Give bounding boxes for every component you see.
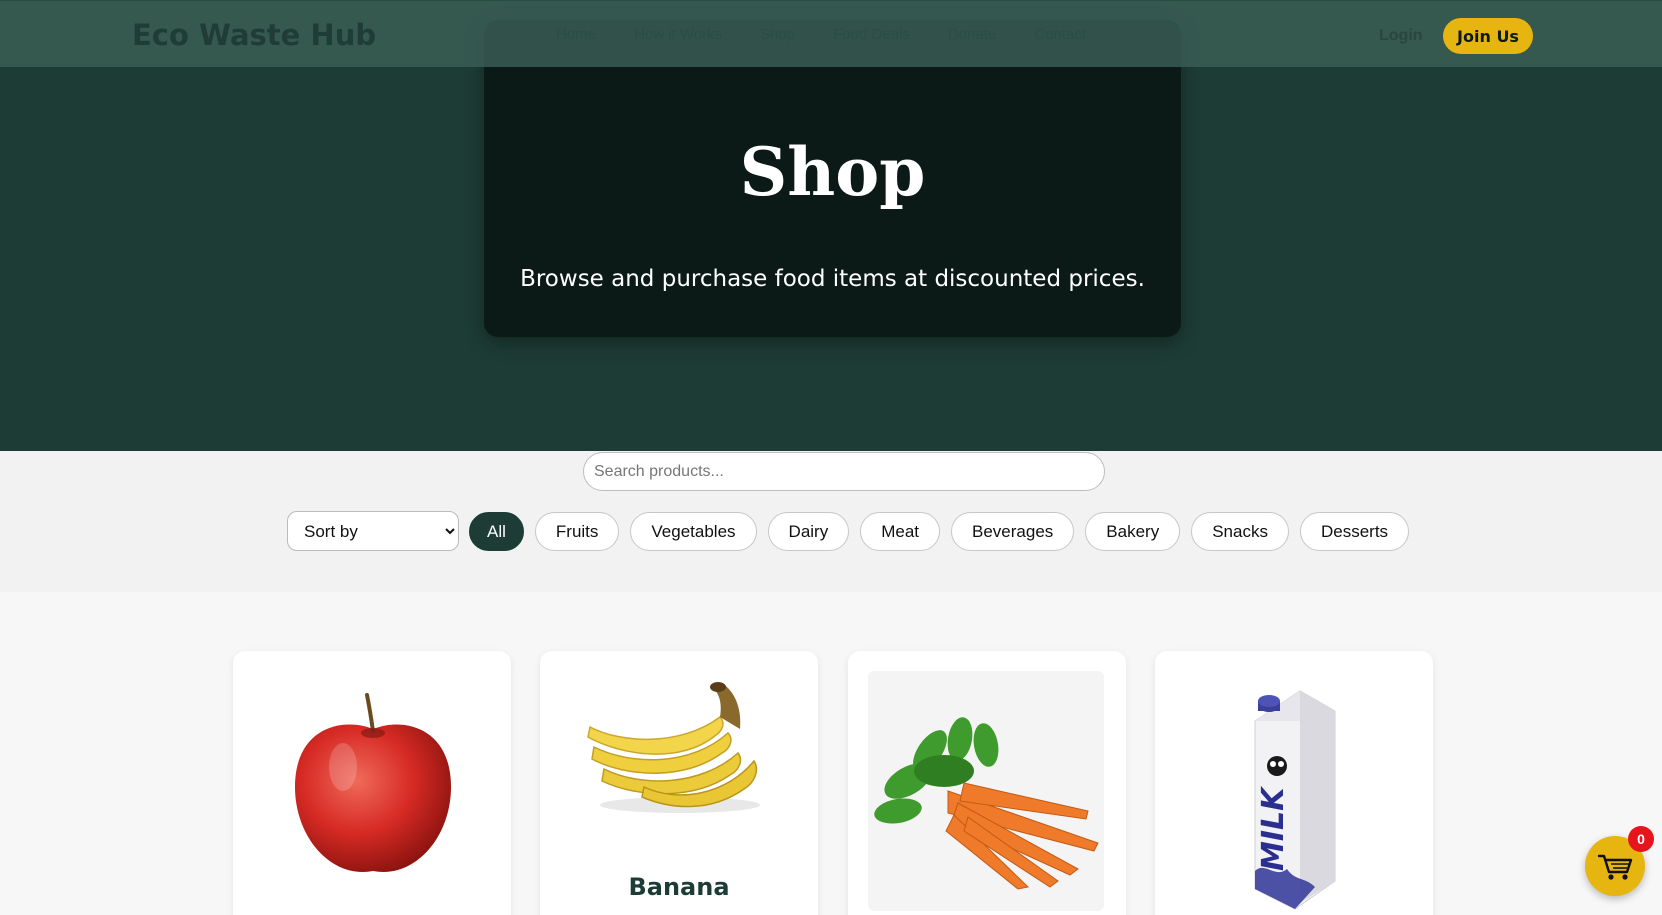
product-name-banana: Banana	[628, 873, 730, 901]
nav-link-donate[interactable]: Donate	[948, 25, 996, 45]
nav-link-shop[interactable]: Shop	[760, 25, 795, 45]
login-link[interactable]: Login	[1379, 25, 1423, 47]
product-card-banana[interactable]: Banana	[540, 651, 818, 915]
nav-link-home[interactable]: Home	[556, 25, 596, 45]
milk-carton-label: MILK	[1256, 785, 1291, 871]
category-chip-meat[interactable]: Meat	[860, 512, 941, 551]
category-chip-vegetables[interactable]: Vegetables	[630, 512, 757, 551]
category-chip-bakery[interactable]: Bakery	[1085, 512, 1181, 551]
brand-logo[interactable]: Eco Waste Hub	[132, 17, 376, 53]
nav-link-how-it-works[interactable]: How it Works	[634, 25, 722, 45]
page-subtitle: Browse and purchase food items at discou…	[520, 266, 1145, 292]
nav-link-food-deals[interactable]: Food Deals	[833, 25, 910, 45]
category-chips: All Fruits Vegetables Dairy Meat Beverag…	[469, 512, 1410, 551]
product-card-milk[interactable]: MILK	[1155, 651, 1433, 915]
category-chip-desserts[interactable]: Desserts	[1299, 512, 1410, 551]
hero-section: Shop Browse and purchase food items at d…	[0, 0, 1662, 451]
category-chip-all[interactable]: All	[469, 512, 524, 551]
milk-carton-image: MILK	[1254, 690, 1336, 910]
search-input[interactable]	[583, 452, 1105, 491]
product-card-apple[interactable]	[233, 651, 511, 915]
banana-image	[587, 682, 760, 813]
category-chip-snacks[interactable]: Snacks	[1191, 512, 1289, 551]
nav-links: Home How it Works Shop Food Deals Donate…	[556, 25, 1086, 45]
category-chip-dairy[interactable]: Dairy	[767, 512, 850, 551]
product-card-carrot[interactable]	[848, 651, 1126, 915]
join-us-button[interactable]: Join Us	[1443, 18, 1533, 54]
cart-count-badge: 0	[1628, 826, 1654, 852]
hero-card: Shop Browse and purchase food items at d…	[484, 20, 1181, 337]
apple-image	[295, 693, 451, 872]
nav-link-contact[interactable]: Contact	[1034, 25, 1086, 45]
carrot-image	[874, 717, 1099, 890]
page-title: Shop	[739, 133, 926, 211]
category-chip-beverages[interactable]: Beverages	[951, 512, 1075, 551]
top-navbar: Eco Waste Hub Home How it Works Shop Foo…	[0, 0, 1662, 67]
sort-select[interactable]: Sort by	[287, 511, 459, 551]
category-chip-fruits[interactable]: Fruits	[534, 512, 620, 551]
